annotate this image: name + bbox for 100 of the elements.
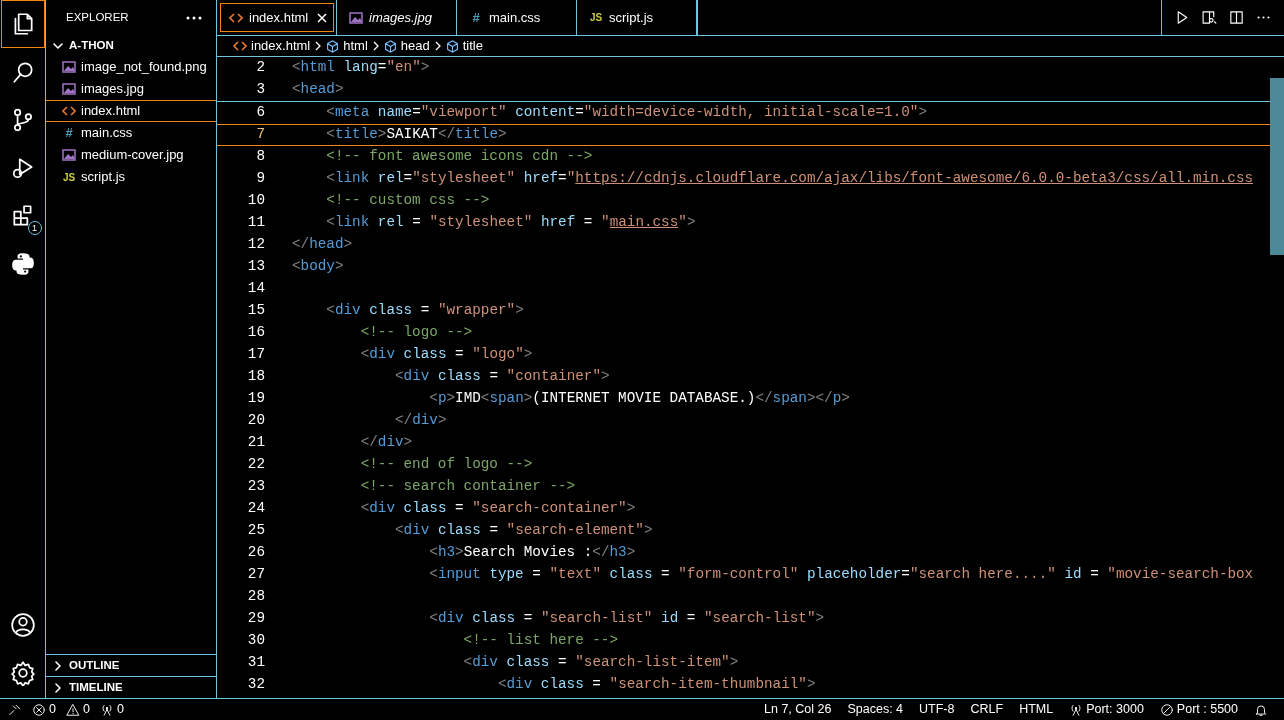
line-number: 16 [246, 323, 265, 343]
bell-icon[interactable] [1254, 702, 1268, 717]
image-icon [62, 61, 76, 73]
activity-bar-item[interactable]: 1 [0, 192, 45, 240]
code-line: <!-- custom css --> [325, 191, 490, 211]
warning-icon [65, 702, 80, 717]
line-number: 8 [255, 147, 265, 167]
line-number: 25 [246, 521, 265, 541]
account-icon[interactable] [9, 612, 36, 638]
status-item[interactable]: Port: 3000 [1069, 700, 1144, 719]
file-item[interactable]: # main.css [46, 122, 216, 144]
line-number: 9 [255, 169, 265, 189]
line-number: 17 [246, 345, 265, 365]
image-icon [349, 11, 363, 24]
file-item[interactable]: index.html [46, 100, 216, 122]
breadcrumb-item[interactable]: index.html [233, 36, 311, 56]
code-line: <div class = "search-container"> [359, 499, 636, 519]
preview-icon[interactable] [1201, 9, 1218, 26]
code-line: <meta name="viewport" content="width=device-width, initial-scale=1.0"> [325, 103, 927, 123]
line-number: 7 [255, 125, 265, 145]
file-item[interactable]: medium-cover.jpg [46, 144, 216, 166]
more-icon[interactable] [186, 16, 202, 20]
chevron-right-icon [314, 41, 323, 51]
code-line: <!-- list here --> [462, 631, 619, 651]
editor-tab[interactable]: JS script.js [577, 0, 697, 35]
code-line: <h3>Search Movies :</h3> [428, 543, 636, 563]
section-header[interactable]: OUTLINE [46, 654, 216, 676]
code-brackets-icon [62, 105, 76, 117]
status-item[interactable]: Ln 7, Col 26 [764, 700, 832, 719]
code-line: <title>SAIKAT</title> [325, 125, 507, 145]
cube-icon [445, 39, 459, 53]
status-item[interactable]: 0 [32, 700, 56, 719]
status-item[interactable]: 0 [99, 700, 124, 719]
broadcast-icon [1069, 702, 1084, 717]
code-line: <!-- font awesome icons cdn --> [325, 147, 593, 167]
line-number: 28 [246, 587, 265, 607]
section-header[interactable]: TIMELINE [46, 676, 216, 698]
editor-tab[interactable]: index.html [217, 0, 337, 35]
line-number: 6 [255, 103, 265, 123]
code-line: <link rel="stylesheet" href="https://cdnjs.cloudflare.com/ajax/libs/font-awesome/6.0.0-beta3/css/all.min.css [325, 169, 1254, 189]
folder-header[interactable]: A-THON [46, 36, 216, 56]
activity-bar-item[interactable] [0, 0, 45, 48]
status-item[interactable]: UTF-8 [919, 700, 955, 719]
line-number: 12 [246, 235, 265, 255]
breadcrumb-item[interactable]: head [383, 36, 430, 56]
cube-icon [326, 39, 340, 53]
editor-tab[interactable]: # main.css [457, 0, 577, 35]
code-line: <link rel = "stylesheet" href = "main.css"> [325, 213, 696, 233]
line-number: 23 [246, 477, 265, 497]
line-number: 29 [246, 609, 265, 629]
file-item[interactable]: JS script.js [46, 166, 216, 188]
status-item[interactable]: Port : 5500 [1159, 700, 1238, 719]
editor-tab[interactable]: images.jpg [337, 0, 457, 35]
breadcrumb-item[interactable]: title [445, 36, 483, 56]
sidebar-title: EXPLORER [66, 10, 129, 26]
line-number: 22 [246, 455, 265, 475]
css-file-icon: # [62, 123, 76, 143]
scrollbar-thumb[interactable] [1270, 78, 1284, 255]
code-line: </div> [393, 411, 447, 431]
line-number: 13 [246, 257, 265, 277]
code-brackets-icon [229, 11, 243, 24]
js-file-icon: JS [589, 10, 603, 25]
code-line: <div class = "search-list-item"> [462, 653, 739, 673]
file-item[interactable]: images.jpg [46, 78, 216, 100]
line-number: 31 [246, 653, 265, 673]
code-line: <html lang="en"> [291, 58, 430, 78]
status-item[interactable]: CRLF [970, 700, 1004, 719]
code-line: <!-- logo --> [359, 323, 473, 343]
breadcrumb-item[interactable]: html [326, 36, 368, 56]
code-line: <div class = "search-element"> [393, 521, 653, 541]
settings-icon[interactable] [9, 660, 36, 686]
notification-badge: 1 [27, 221, 42, 235]
code-line: </div> [359, 433, 413, 453]
line-number: 3 [255, 80, 265, 100]
file-item[interactable]: image_not_found.png [46, 56, 216, 78]
chevron-right-icon [371, 41, 380, 51]
python-icon[interactable] [9, 251, 36, 277]
line-number: 18 [246, 367, 265, 387]
line-number: 21 [246, 433, 265, 453]
status-item[interactable]: 0 [65, 700, 90, 719]
error-icon [32, 702, 46, 717]
line-number: 32 [246, 675, 265, 695]
blocked-icon [1159, 702, 1174, 717]
code-line: <input type = "text" class = "form-control" placeholder="search here...." id = "movie-search-box [428, 565, 1254, 585]
line-number: 27 [246, 565, 265, 585]
status-item[interactable]: HTML [1019, 700, 1054, 719]
line-number: 26 [246, 543, 265, 563]
remote-icon[interactable] [8, 702, 22, 717]
line-number: 24 [246, 499, 265, 519]
cube-icon [383, 39, 397, 53]
image-icon [62, 83, 76, 95]
code-line: <div class = "logo"> [359, 345, 533, 365]
status-item[interactable]: Spaces: 4 [847, 700, 904, 719]
line-number: 11 [246, 213, 265, 233]
js-file-icon: JS [62, 169, 76, 185]
code-line: <body> [291, 257, 344, 277]
code-line: <div class = "search-item-thumbnail"> [496, 675, 816, 695]
split-editor-icon[interactable] [1228, 9, 1245, 26]
close-icon[interactable] [316, 11, 328, 24]
image-icon [62, 149, 76, 161]
